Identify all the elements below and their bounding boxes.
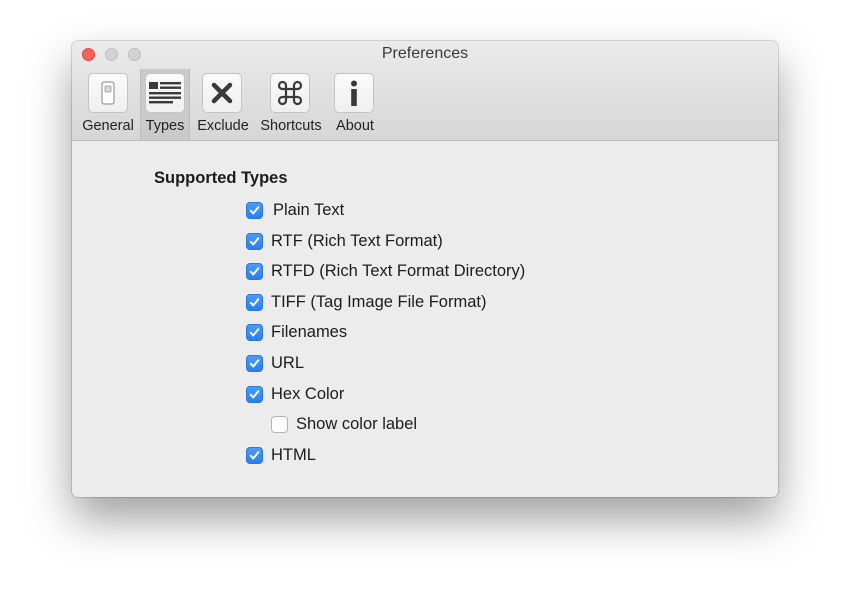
toolbar-item-about[interactable]: About	[330, 69, 380, 140]
option-label: Filenames	[271, 322, 348, 341]
x-icon	[202, 73, 242, 113]
checkmark-icon	[249, 327, 260, 336]
option-label: Plain Text	[273, 200, 345, 219]
checkmark-icon	[249, 450, 260, 459]
list-icon	[145, 73, 185, 113]
toolbar-item-types[interactable]: Types	[140, 69, 190, 140]
info-icon	[334, 73, 374, 113]
checkbox[interactable]	[246, 385, 263, 403]
toolbar-label-shortcuts: Shortcuts	[260, 118, 322, 134]
toolbar-item-shortcuts[interactable]: Shortcuts	[256, 69, 326, 140]
toolbar-item-exclude[interactable]: Exclude	[194, 69, 252, 140]
command-icon	[270, 73, 310, 113]
option-label: RTFD (Rich Text Format Directory)	[271, 261, 526, 280]
toolbar-label-general: General	[82, 118, 134, 134]
checkbox[interactable]	[246, 354, 263, 372]
toolbar-item-general[interactable]: General	[80, 69, 136, 140]
toolbar-label-exclude: Exclude	[197, 118, 249, 134]
option-tiff[interactable]: TIFF (Tag Image File Format)	[246, 292, 486, 312]
option-label: HTML	[271, 445, 316, 464]
checkbox[interactable]	[246, 323, 263, 341]
option-label: Show color label	[296, 414, 418, 433]
option-label: Hex Color	[271, 384, 345, 403]
window-title: Preferences	[381, 45, 469, 62]
toolbar-label-types: Types	[145, 118, 185, 134]
checkmark-icon	[249, 358, 260, 367]
option-show-color-label[interactable]: Show color label	[271, 414, 417, 434]
checkbox[interactable]	[246, 232, 263, 250]
checkbox[interactable]	[246, 446, 263, 464]
checkbox[interactable]	[246, 293, 263, 311]
option-label: URL	[271, 353, 305, 372]
option-label: TIFF (Tag Image File Format)	[271, 292, 487, 311]
option-url[interactable]: URL	[246, 353, 304, 373]
checkbox[interactable]	[246, 262, 263, 280]
option-filenames[interactable]: Filenames	[246, 322, 347, 342]
option-label: RTF (Rich Text Format)	[271, 231, 443, 250]
checkmark-icon	[249, 297, 260, 306]
toolbar-label-about: About	[336, 118, 374, 134]
checkmark-icon	[249, 266, 260, 275]
option-rtf[interactable]: RTF (Rich Text Format)	[246, 231, 443, 251]
option-plain-text[interactable]: Plain Text	[246, 200, 344, 220]
preferences-window: Preferences General Types Exclude Shortc…	[72, 41, 778, 497]
checkmark-icon	[249, 389, 260, 398]
option-html[interactable]: HTML	[246, 445, 316, 465]
checkmark-icon	[249, 205, 260, 214]
checkbox[interactable]	[246, 201, 263, 219]
checkmark-icon	[249, 236, 260, 245]
option-rtfd[interactable]: RTFD (Rich Text Format Directory)	[246, 261, 525, 281]
checkbox[interactable]	[271, 415, 288, 433]
section-heading: Supported Types	[154, 169, 288, 187]
titlebar-toolbar: Preferences General Types Exclude Shortc…	[72, 41, 778, 141]
option-hex-color[interactable]: Hex Color	[246, 384, 344, 404]
toggle-switch-icon	[88, 73, 128, 113]
